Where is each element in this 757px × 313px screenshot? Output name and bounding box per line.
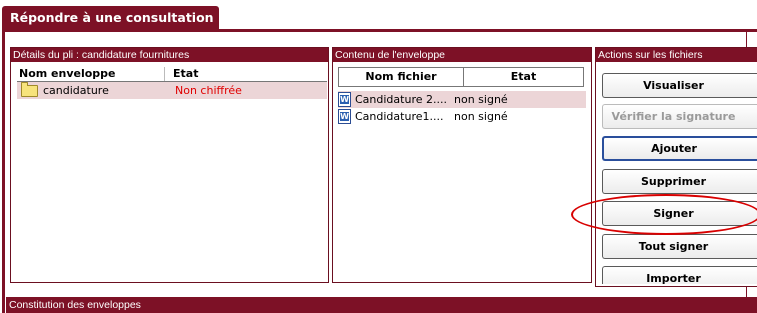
- page-title: Répondre à une consultation: [10, 10, 214, 25]
- envelope-state: Non chiffrée: [175, 84, 242, 97]
- details-panel-title: Détails du pli : candidature fournitures: [11, 48, 328, 62]
- header-rule: [2, 29, 757, 32]
- file-actions-title: Actions sur les fichiers: [596, 48, 757, 62]
- folder-icon: [21, 81, 38, 97]
- visualiser-button[interactable]: Visualiser: [602, 73, 757, 98]
- file-row[interactable]: W Candidature 2.... non signé: [338, 91, 586, 108]
- word-document-icon: W: [338, 109, 351, 124]
- file-row[interactable]: W Candidature1.... non signé: [338, 108, 586, 125]
- column-header-state[interactable]: Etat: [165, 67, 327, 81]
- envelope-content-title: Contenu de l'enveloppe: [333, 48, 591, 62]
- word-document-icon: W: [338, 92, 351, 107]
- column-header-filename[interactable]: Nom fichier: [338, 67, 464, 87]
- sign-all-button[interactable]: Tout signer: [602, 234, 757, 259]
- envelope-list-header: Nom enveloppe Etat: [17, 67, 327, 82]
- delete-button[interactable]: Supprimer: [602, 169, 757, 194]
- page-title-tab: Répondre à une consultation: [2, 6, 219, 29]
- envelope-row[interactable]: candidature Non chiffrée: [17, 81, 327, 99]
- file-table-header: Nom fichier Etat: [338, 67, 584, 87]
- highlight-ellipse: [571, 194, 757, 235]
- column-header-filestate[interactable]: Etat: [464, 67, 584, 87]
- file-name: Candidature1....: [355, 110, 444, 123]
- envelope-constitution-header: Constitution des enveloppes: [6, 297, 757, 313]
- verify-signature-button[interactable]: Vérifier la signature: [602, 104, 757, 129]
- envelope-name: candidature: [43, 84, 109, 97]
- add-button[interactable]: Ajouter: [602, 136, 757, 161]
- envelope-constitution-title: Constitution des enveloppes: [9, 299, 141, 311]
- envelope-content-panel: Contenu de l'enveloppe Nom fichier Etat …: [332, 47, 592, 283]
- file-state: non signé: [454, 93, 508, 106]
- file-name: Candidature 2....: [355, 93, 447, 106]
- details-panel: Détails du pli : candidature fournitures…: [10, 47, 329, 283]
- file-state: non signé: [454, 110, 508, 123]
- left-border: [2, 29, 5, 313]
- column-header-name[interactable]: Nom enveloppe: [17, 67, 165, 81]
- import-button-clip: Importer: [602, 266, 757, 284]
- import-button[interactable]: Importer: [602, 266, 757, 284]
